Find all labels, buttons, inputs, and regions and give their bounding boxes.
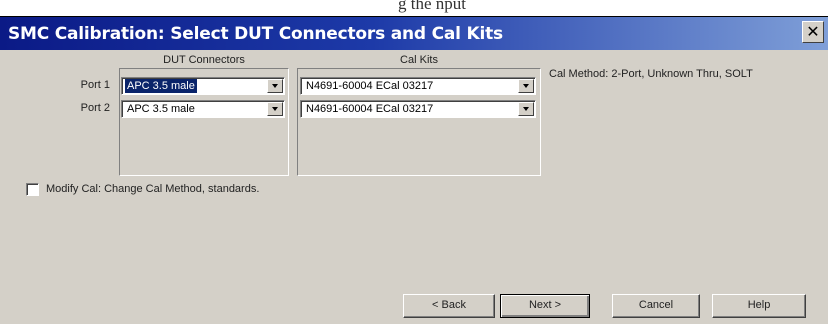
cal-method-text: Cal Method: 2-Port, Unknown Thru, SOLT: [549, 68, 753, 80]
background-window-title-text: g the nput: [398, 0, 466, 13]
port-1-connector-select[interactable]: APC 3.5 male: [121, 77, 285, 95]
port-2-cal-kit-select[interactable]: N4691-60004 ECal 03217: [300, 100, 536, 118]
chevron-down-icon[interactable]: [267, 79, 283, 93]
port-2-connector-value: APC 3.5 male: [127, 103, 195, 115]
port-1-cal-kit-value: N4691-60004 ECal 03217: [306, 80, 434, 92]
port-1-connector-value: APC 3.5 male: [125, 79, 197, 93]
cancel-button[interactable]: Cancel: [612, 294, 700, 318]
close-icon: ✕: [806, 22, 820, 41]
back-button[interactable]: < Back: [403, 294, 495, 318]
port-2-connector-select[interactable]: APC 3.5 male: [121, 100, 285, 118]
port-1-label: Port 1: [80, 79, 110, 91]
modify-cal-checkbox[interactable]: [26, 183, 39, 196]
dut-connectors-heading: DUT Connectors: [163, 54, 245, 66]
port-2-cal-kit-value: N4691-60004 ECal 03217: [306, 103, 434, 115]
close-button[interactable]: ✕: [802, 21, 824, 43]
cal-kits-heading: Cal Kits: [400, 54, 438, 66]
dialog-title: SMC Calibration: Select DUT Connectors a…: [8, 24, 503, 44]
dialog-body: DUT Connectors Port 1 APC 3.5 male Port …: [0, 50, 828, 324]
next-button[interactable]: Next >: [500, 294, 590, 318]
chevron-down-icon[interactable]: [518, 102, 534, 116]
help-button[interactable]: Help: [712, 294, 806, 318]
chevron-down-icon[interactable]: [518, 79, 534, 93]
port-2-label: Port 2: [80, 102, 110, 114]
modify-cal-label[interactable]: Modify Cal: Change Cal Method, standards…: [46, 183, 259, 195]
port-1-cal-kit-select[interactable]: N4691-60004 ECal 03217: [300, 77, 536, 95]
chevron-down-icon[interactable]: [267, 102, 283, 116]
background-window-title: g the nput: [0, 0, 828, 16]
dialog-title-bar[interactable]: SMC Calibration: Select DUT Connectors a…: [0, 16, 828, 51]
